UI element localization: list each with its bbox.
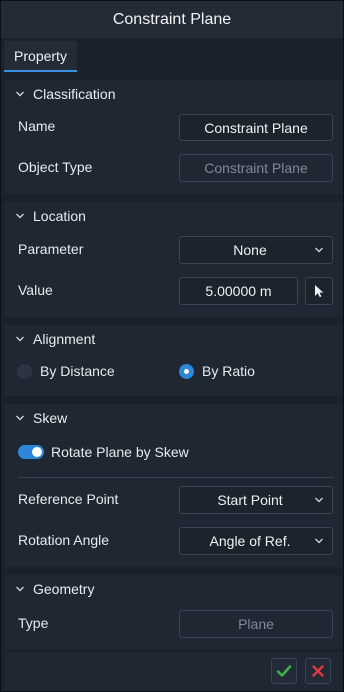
skew-header[interactable]: Skew — [4, 404, 342, 432]
title-bar: Constraint Plane — [1, 1, 343, 38]
dialog-footer — [4, 652, 342, 691]
rotate-plane-label: Rotate Plane by Skew — [51, 444, 189, 460]
tab-property[interactable]: Property — [4, 41, 77, 72]
dialog-window: Constraint Plane Property Classification… — [0, 0, 344, 692]
chevron-down-icon — [16, 91, 24, 97]
pick-point-button[interactable] — [305, 277, 333, 305]
divider — [18, 477, 334, 478]
name-field[interactable]: Constraint Plane — [179, 114, 333, 141]
rotation-angle-label: Rotation Angle — [18, 532, 110, 548]
value-field[interactable]: 5.00000 m — [179, 277, 298, 305]
by-ratio-radio[interactable]: By Ratio — [179, 363, 255, 379]
name-label: Name — [18, 118, 56, 134]
object-type-label: Object Type — [18, 159, 93, 175]
location-header[interactable]: Location — [4, 202, 342, 230]
chevron-down-icon — [16, 415, 24, 421]
alignment-section: Alignment By Distance By Ratio — [4, 325, 342, 396]
location-title: Location — [33, 208, 86, 224]
chevron-down-icon — [315, 497, 323, 503]
by-ratio-label: By Ratio — [202, 363, 255, 379]
geometry-title: Geometry — [33, 581, 95, 597]
skew-title: Skew — [33, 410, 68, 426]
chevron-down-icon — [315, 247, 323, 253]
chevron-down-icon — [315, 538, 323, 544]
geometry-header[interactable]: Geometry — [4, 575, 342, 603]
classification-section: Classification Name Constraint Plane Obj… — [4, 80, 342, 194]
reference-point-label: Reference Point — [18, 491, 119, 507]
tab-bar: Property — [1, 39, 343, 72]
toggle-switch — [18, 445, 44, 459]
alignment-title: Alignment — [33, 331, 96, 347]
classification-title: Classification — [33, 86, 116, 102]
object-type-field: Constraint Plane — [179, 154, 333, 182]
radio-selected — [179, 363, 194, 379]
checkmark-icon — [276, 665, 292, 677]
value-label: Value — [18, 282, 53, 298]
cursor-arrow-icon — [315, 285, 324, 298]
classification-header[interactable]: Classification — [4, 80, 342, 108]
skew-section: Skew Rotate Plane by Skew Reference Poin… — [4, 404, 342, 567]
parameter-select[interactable]: None — [179, 236, 333, 264]
close-icon — [312, 665, 324, 677]
rotate-plane-toggle[interactable]: Rotate Plane by Skew — [18, 444, 189, 460]
geometry-section: Geometry Type Plane — [4, 575, 342, 649]
chevron-down-icon — [16, 336, 24, 342]
alignment-header[interactable]: Alignment — [4, 325, 342, 353]
reference-point-select[interactable]: Start Point — [179, 486, 333, 514]
by-distance-label: By Distance — [40, 363, 115, 379]
parameter-label: Parameter — [18, 241, 84, 257]
chevron-down-icon — [16, 213, 24, 219]
chevron-down-icon — [16, 586, 24, 592]
location-section: Location Parameter None Value 5.00000 m — [4, 202, 342, 317]
parameter-value: None — [233, 242, 267, 258]
by-distance-radio[interactable]: By Distance — [17, 363, 115, 379]
cancel-button[interactable] — [305, 658, 331, 684]
type-label: Type — [18, 615, 49, 631]
confirm-button[interactable] — [271, 658, 297, 684]
reference-point-value: Start Point — [217, 492, 283, 508]
rotation-angle-select[interactable]: Angle of Ref. — [179, 527, 333, 555]
type-field: Plane — [179, 610, 333, 638]
window-title: Constraint Plane — [112, 10, 232, 28]
rotation-angle-value: Angle of Ref. — [209, 533, 291, 549]
radio-unselected — [17, 363, 32, 379]
